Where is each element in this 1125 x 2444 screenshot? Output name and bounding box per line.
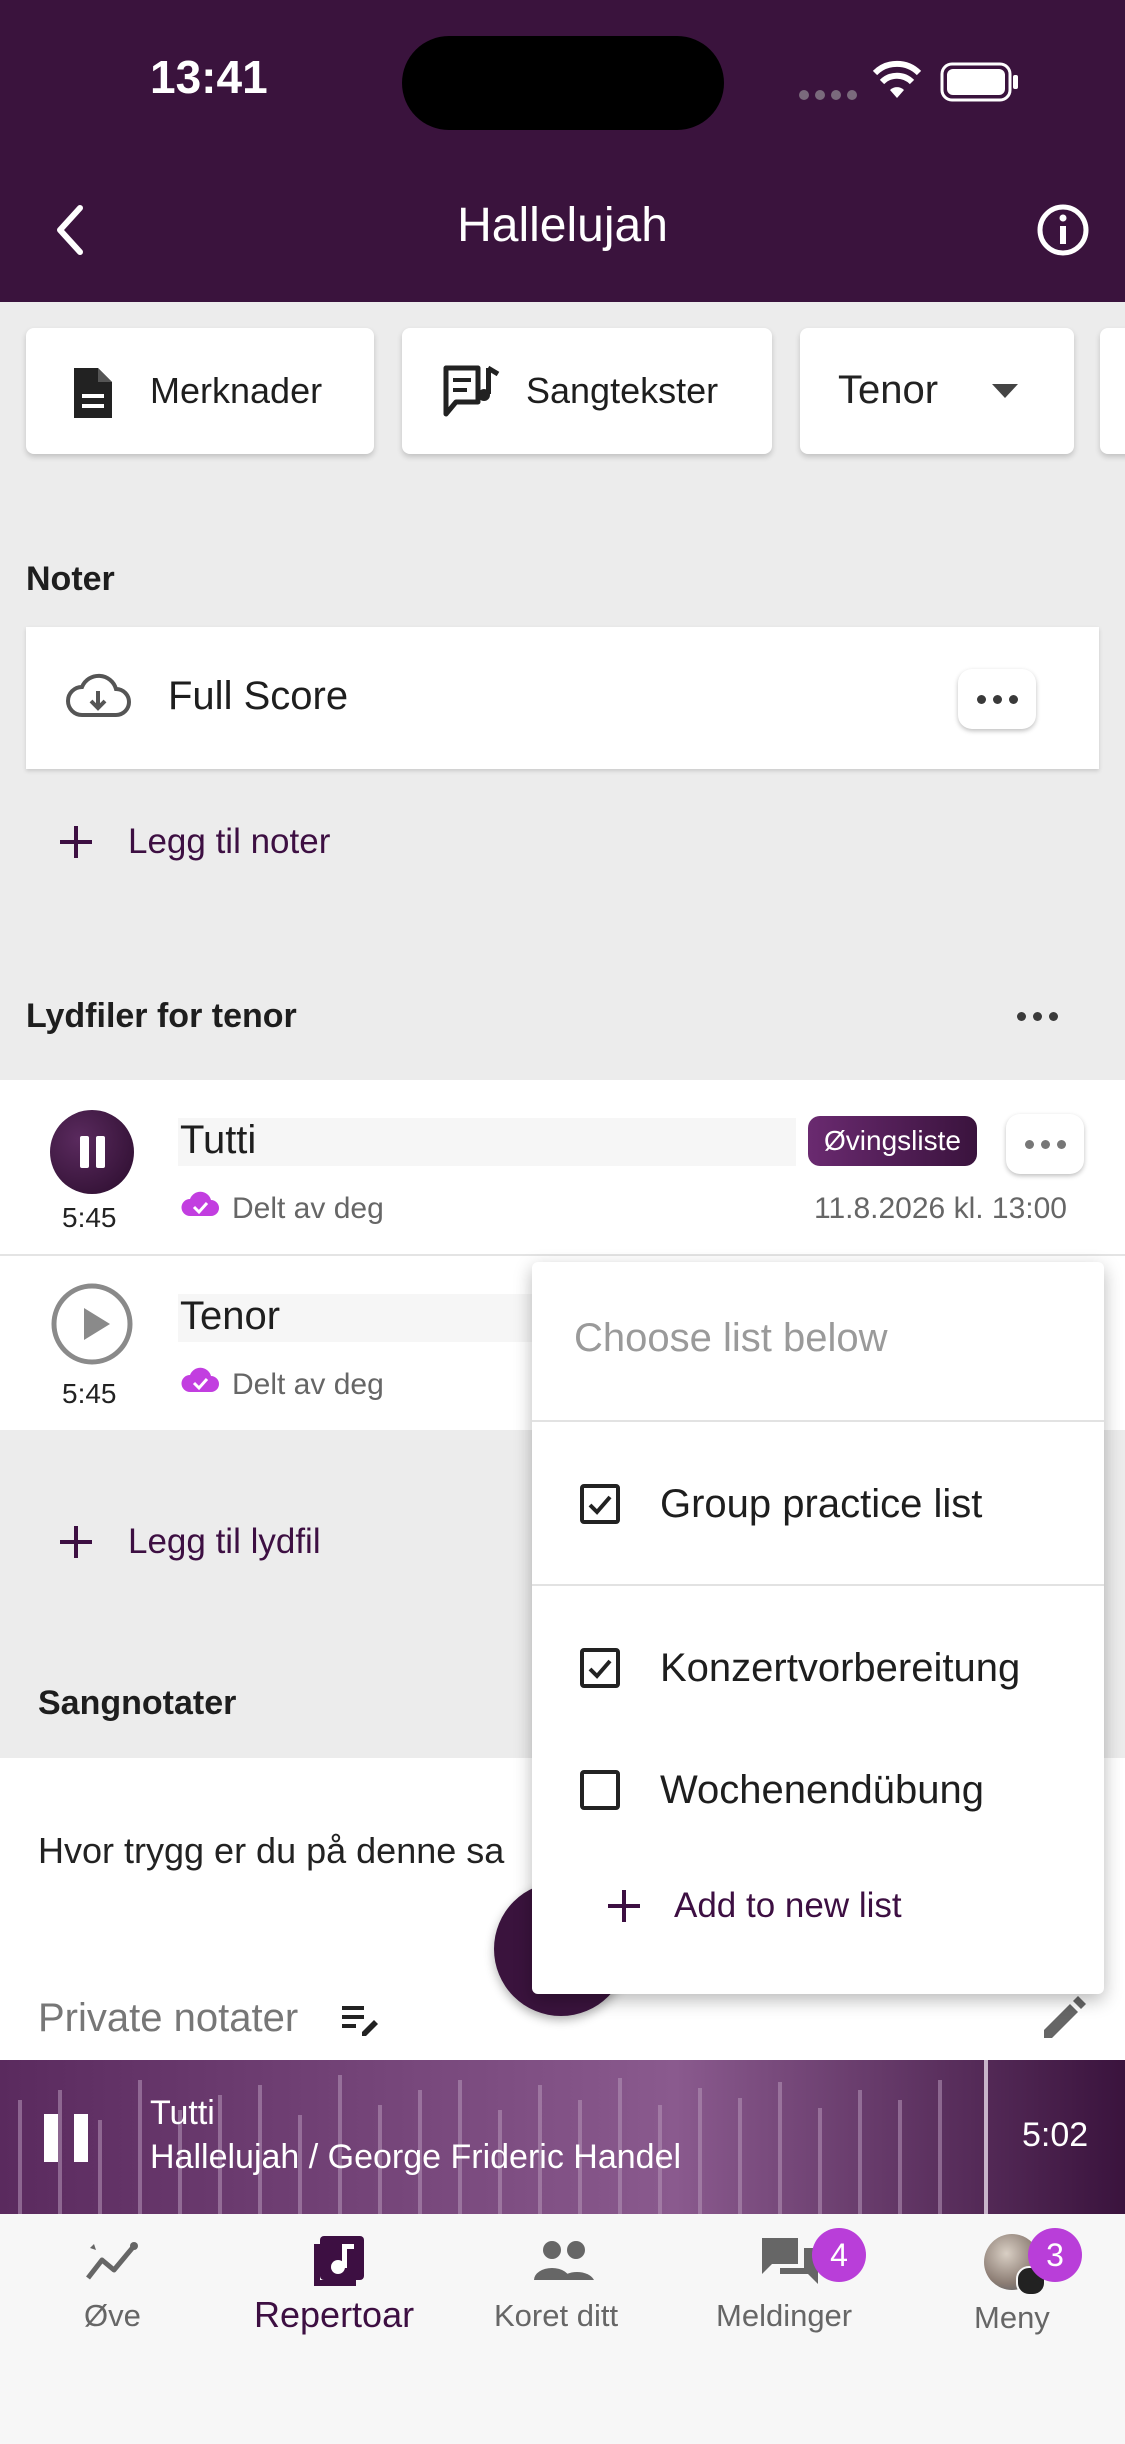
score-item-label: Full Score xyxy=(168,674,349,718)
track-shared: Delt av deg xyxy=(232,1192,384,1225)
nav-practice-label: Øve xyxy=(84,2298,141,2333)
add-audio-button[interactable]: Legg til lydfil xyxy=(56,1522,321,1562)
plus-icon xyxy=(60,826,92,858)
add-audio-label: Legg til lydfil xyxy=(128,1522,321,1561)
scores-heading: Noter xyxy=(26,560,115,598)
nav-menu[interactable]: 3 Meny xyxy=(946,2228,1086,2350)
document-icon xyxy=(70,366,114,425)
voice-select[interactable]: Tenor xyxy=(800,328,1074,454)
pause-button[interactable] xyxy=(50,1110,134,1194)
add-score-button[interactable]: Legg til noter xyxy=(56,822,330,862)
menu-badge: 3 xyxy=(1028,2228,1082,2282)
edit-pencil-icon[interactable] xyxy=(1038,1994,1088,2049)
more-dots-icon xyxy=(1024,1139,1066,1149)
menu-item-group-practice[interactable]: Group practice list xyxy=(532,1422,1104,1584)
lyrics-chip[interactable]: Sangtekster xyxy=(402,328,772,454)
dropdown-arrow-icon xyxy=(990,382,1020,405)
messages-badge: 4 xyxy=(812,2228,866,2282)
add-to-new-list-label: Add to new list xyxy=(674,1886,902,1925)
nav-repertoire[interactable]: Repertoar xyxy=(246,2230,430,2350)
score-more-button[interactable] xyxy=(958,669,1036,729)
player-title: Tutti xyxy=(150,2094,215,2132)
plus-icon xyxy=(60,1526,92,1558)
nav-messages[interactable]: 4 Meldinger xyxy=(706,2228,882,2350)
cellular-icon xyxy=(798,88,860,106)
nav-choir-label: Koret ditt xyxy=(494,2298,619,2333)
menu-item-wochenende[interactable]: Wochenendübung xyxy=(532,1708,1104,1828)
chip-overflow[interactable] xyxy=(1100,328,1125,454)
private-notes-label: Private notater xyxy=(38,1996,299,2040)
track-row[interactable]: 5:45 Tutti Øvingsliste Delt av deg 11.8.… xyxy=(0,1080,1125,1256)
confidence-question: Hvor trygg er du på denne sa xyxy=(38,1830,505,1871)
info-icon[interactable] xyxy=(1036,203,1090,262)
play-button[interactable] xyxy=(50,1282,134,1371)
notes-chip-label: Merknader xyxy=(150,370,323,411)
nav-messages-label: Meldinger xyxy=(716,2298,853,2333)
dynamic-island xyxy=(402,36,724,130)
checkbox-checked-icon xyxy=(580,1484,620,1524)
player-time: 5:02 xyxy=(1022,2116,1089,2154)
mini-player[interactable]: Tutti Hallelujah / George Frideric Hande… xyxy=(0,2060,1125,2214)
track-duration: 5:45 xyxy=(62,1378,117,1409)
song-notes-heading: Sangnotater xyxy=(38,1684,237,1722)
audio-heading: Lydfiler for tenor xyxy=(26,997,297,1035)
score-item[interactable]: Full Score xyxy=(26,627,1099,769)
track-duration: 5:45 xyxy=(62,1202,117,1233)
menu-item-konzert[interactable]: Konzertvorbereitung xyxy=(532,1586,1104,1706)
people-icon xyxy=(534,2241,594,2280)
nav-choir[interactable]: Koret ditt xyxy=(480,2230,640,2350)
page-title: Hallelujah xyxy=(457,199,668,252)
voice-select-label: Tenor xyxy=(838,368,939,412)
menu-item-label: Wochenendübung xyxy=(660,1768,984,1812)
checkbox-checked-icon xyxy=(580,1648,620,1688)
menu-header: Choose list below xyxy=(574,1316,888,1360)
add-to-new-list-button[interactable]: Add to new list xyxy=(604,1886,902,1926)
player-pause-icon[interactable] xyxy=(40,2110,92,2166)
pause-icon xyxy=(80,1136,105,1168)
cloud-check-icon xyxy=(180,1366,220,1399)
lyrics-chip-label: Sangtekster xyxy=(526,370,719,411)
track-title-field xyxy=(178,1118,796,1166)
audio-more-icon[interactable] xyxy=(1017,1012,1058,1021)
nav-menu-label: Meny xyxy=(974,2300,1050,2335)
practice-list-menu: Choose list below Group practice list Ko… xyxy=(532,1262,1104,1994)
checkbox-unchecked-icon xyxy=(580,1770,620,1810)
nav-practice[interactable]: Øve xyxy=(40,2230,184,2350)
notes-list-icon xyxy=(340,2002,380,2041)
player-subtitle: Hallelujah / George Frideric Handel xyxy=(150,2138,682,2176)
trend-icon xyxy=(86,2242,138,2280)
menu-item-label: Konzertvorbereitung xyxy=(660,1646,1021,1690)
track-date: 11.8.2026 kl. 13:00 xyxy=(814,1192,1067,1225)
waveform xyxy=(18,2060,988,2214)
track-title: Tenor xyxy=(180,1294,281,1338)
cloud-download-icon xyxy=(64,671,132,726)
menu-item-label: Group practice list xyxy=(660,1482,983,1526)
lyrics-icon xyxy=(442,364,502,425)
play-icon xyxy=(51,1283,133,1365)
cloud-check-icon xyxy=(180,1190,220,1223)
plus-icon xyxy=(608,1890,640,1922)
track-more-button[interactable] xyxy=(1006,1114,1084,1174)
notes-chip[interactable]: Merknader xyxy=(26,328,374,454)
practice-list-badge[interactable]: Øvingsliste xyxy=(808,1116,977,1166)
wifi-icon xyxy=(872,60,922,105)
battery-icon xyxy=(940,62,1020,107)
nav-repertoire-label: Repertoar xyxy=(254,2294,415,2335)
add-score-label: Legg til noter xyxy=(128,822,331,861)
track-shared: Delt av deg xyxy=(232,1368,384,1401)
more-dots-icon xyxy=(976,694,1018,704)
music-note-icon xyxy=(314,2236,364,2286)
status-time: 13:41 xyxy=(150,51,268,103)
track-title: Tutti xyxy=(180,1118,257,1162)
